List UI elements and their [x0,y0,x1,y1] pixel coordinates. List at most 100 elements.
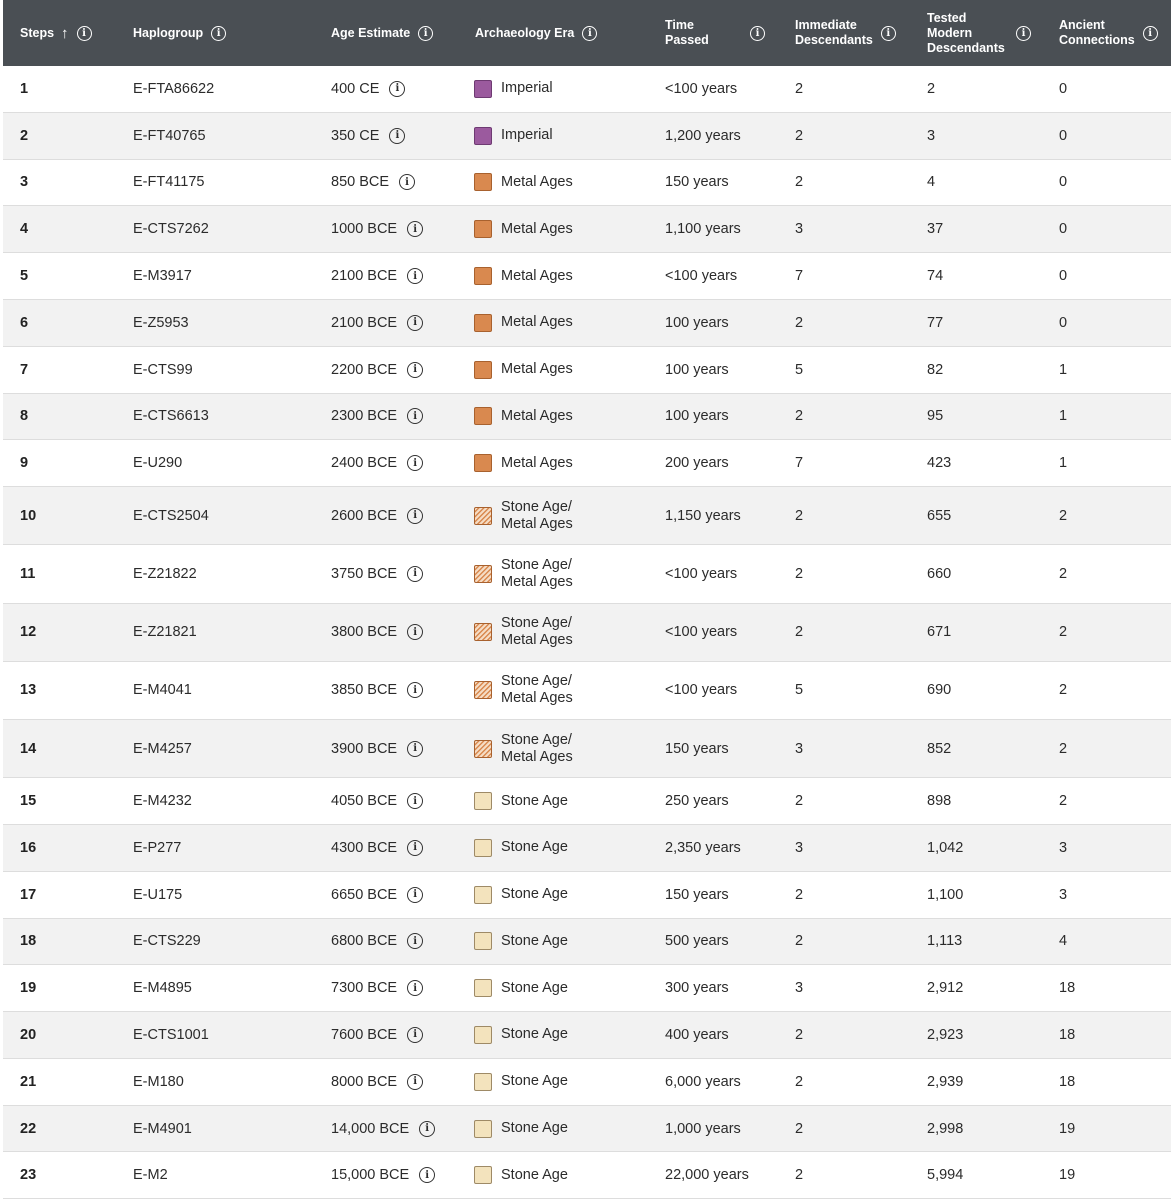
column-header-time-passed[interactable]: Time Passed i [665,0,765,66]
info-icon[interactable]: i [407,839,424,856]
column-header-ancient-connections[interactable]: Ancient Connections i [1059,0,1158,66]
table-row[interactable]: 4 E-CTS7262 1000 BCE i Metal Ages 1,100 years… [3,206,1171,254]
era-color-swatch [474,506,492,525]
age-estimate-cell: 3900 BCE i [331,720,424,777]
haplogroup-cell[interactable]: E-CTS229 [133,919,201,965]
haplogroup-cell[interactable]: E-CTS2504 [133,487,209,544]
table-row[interactable]: 10 E-CTS2504 2600 BCE i Stone Age/Metal Ages… [3,487,1171,546]
haplogroup-cell[interactable]: E-FT40765 [133,113,206,159]
haplogroup-cell[interactable]: E-FT41175 [133,160,204,206]
info-icon[interactable]: i [407,507,424,524]
info-icon[interactable]: i [407,268,424,285]
haplogroup-cell[interactable]: E-Z21821 [133,604,197,661]
info-icon[interactable]: i [389,80,406,97]
info-icon[interactable]: i [407,682,424,699]
table-row[interactable]: 22 E-M4901 14,000 BCE i Stone Age 1,000 years… [3,1105,1171,1153]
arrow-up-icon[interactable]: ↑ [61,26,69,41]
table-row[interactable]: 16 E-P277 4300 BCE i Stone Age 2,350 years 3 1,… [3,824,1171,872]
info-icon[interactable]: i [418,25,434,41]
info-icon[interactable]: i [407,361,424,378]
info-icon[interactable]: i [399,174,416,191]
info-icon[interactable]: i [419,1120,436,1137]
info-icon[interactable]: i [880,25,896,41]
table-row[interactable]: 19 E-M4895 7300 BCE i Stone Age 300 years 3 2,9… [3,965,1171,1013]
haplogroup-cell[interactable]: E-P277 [133,825,181,871]
haplogroup-cell[interactable]: E-U290 [133,440,182,486]
table-row[interactable]: 21 E-M180 8000 BCE i Stone Age 6,000 years 2 2,… [3,1058,1171,1106]
table-row[interactable]: 15 E-M4232 4050 BCE i Stone Age 250 years 2 898… [3,778,1171,825]
haplogroup-cell[interactable]: E-CTS7262 [133,206,209,252]
info-icon[interactable]: i [407,408,424,425]
table-row[interactable]: 3 E-FT41175 850 BCE i Metal Ages 150 years 2 4 0 [3,159,1171,207]
info-icon[interactable]: i [407,740,424,757]
table-row[interactable]: 7 E-CTS99 2200 BCE i Metal Ages 100 years 5 82 1 [3,346,1171,394]
info-icon[interactable]: i [407,314,424,331]
info-icon[interactable]: i [407,1073,424,1090]
info-icon[interactable]: i [211,25,227,41]
haplogroup-cell[interactable]: E-M3917 [133,253,192,299]
info-icon[interactable]: i [407,933,424,950]
era-color-swatch [474,932,492,951]
column-header-steps[interactable]: Steps ↑ i [20,0,92,66]
table-row[interactable]: 8 E-CTS6613 2300 BCE i Metal Ages 100 years 2 9… [3,393,1171,441]
column-header-archaeology-era[interactable]: Archaeology Era i [475,0,598,66]
info-icon[interactable]: i [582,25,598,41]
table-row[interactable]: 20 E-CTS1001 7600 BCE i Stone Age 400 years 2 2… [3,1012,1171,1059]
table-row[interactable]: 23 E-M2 15,000 BCE i Stone Age 22,000 years 2 5… [3,1152,1171,1200]
column-header-age-estimate[interactable]: Age Estimate i [331,0,434,66]
info-icon[interactable]: i [76,25,92,41]
haplogroup-cell[interactable]: E-CTS6613 [133,394,209,440]
ancient-connections-cell: 2 [1059,624,1068,641]
column-header-tested-modern-descendants[interactable]: Tested Modern Descendants i [927,0,1031,66]
info-icon[interactable]: i [407,1026,424,1043]
haplogroup-cell[interactable]: E-M4232 [133,778,192,824]
immediate-descendants-cell: 2 [795,624,804,641]
ancient-connections-cell: 2 [1059,793,1068,809]
table-row[interactable]: 12 E-Z21821 3800 BCE i Stone Age/Metal Ages <… [3,603,1171,662]
table-row[interactable]: 18 E-CTS229 6800 BCE i Stone Age 500 years 2 1,… [3,918,1171,966]
info-icon[interactable]: i [419,1167,436,1184]
column-header-haplogroup[interactable]: Haplogroup i [133,0,227,66]
info-icon[interactable]: i [407,793,424,809]
age-estimate-value: 6650 BCE [331,886,398,903]
info-icon[interactable]: i [407,221,424,238]
info-icon[interactable]: i [1142,25,1158,41]
table-row[interactable]: 11 E-Z21822 3750 BCE i Stone Age/Metal Ages <… [3,545,1171,604]
table-row[interactable]: 14 E-M4257 3900 BCE i Stone Age/Metal Ages 15… [3,719,1171,779]
haplogroup-cell[interactable]: E-M4257 [133,720,192,777]
table-row[interactable]: 1 E-FTA86622 400 CE i Imperial <100 years 2 2 0 [3,66,1171,113]
info-icon[interactable]: i [407,886,424,903]
table-row[interactable]: 13 E-M4041 3850 BCE i Stone Age/Metal Ages <1… [3,661,1171,720]
info-icon[interactable]: i [1016,25,1031,41]
info-icon[interactable]: i [389,127,406,144]
era-color-swatch [474,1166,492,1185]
haplogroup-cell[interactable]: E-Z21822 [133,545,197,602]
haplogroup-cell[interactable]: E-M4895 [133,965,192,1011]
table-row[interactable]: 17 E-U175 6650 BCE i Stone Age 150 years 2 1,10… [3,871,1171,919]
haplogroup-cell[interactable]: E-M180 [133,1059,184,1105]
haplogroup-cell[interactable]: E-FTA86622 [133,66,214,112]
era-color-swatch [474,681,492,700]
info-icon[interactable]: i [407,565,424,582]
haplogroup-cell[interactable]: E-M2 [133,1152,168,1198]
time-passed-cell: 500 years [665,933,729,950]
archaeology-era-cell: Stone Age/Metal Ages [474,662,573,719]
immediate-descendants-cell: 2 [795,127,804,144]
info-icon[interactable]: i [750,25,765,41]
info-icon[interactable]: i [407,624,424,641]
haplogroup-cell[interactable]: E-Z5953 [133,300,189,346]
archaeology-era-cell: Stone Age [474,778,568,824]
info-icon[interactable]: i [407,980,424,997]
haplogroup-cell[interactable]: E-CTS99 [133,347,193,393]
table-row[interactable]: 2 E-FT40765 350 CE i Imperial 1,200 years 2 3 0 [3,112,1171,160]
info-icon[interactable]: i [407,455,424,472]
ancient-connections-cell: 1 [1059,455,1068,472]
haplogroup-cell[interactable]: E-CTS1001 [133,1012,209,1058]
haplogroup-cell[interactable]: E-M4901 [133,1106,192,1152]
haplogroup-cell[interactable]: E-U175 [133,872,182,918]
table-row[interactable]: 6 E-Z5953 2100 BCE i Metal Ages 100 years 2 77 0 [3,299,1171,347]
column-header-immediate-descendants[interactable]: Immediate Descendants i [795,0,896,66]
table-row[interactable]: 5 E-M3917 2100 BCE i Metal Ages <100 years 7 74… [3,253,1171,300]
table-row[interactable]: 9 E-U290 2400 BCE i Metal Ages 200 years 7 423 1 [3,440,1171,488]
haplogroup-cell[interactable]: E-M4041 [133,662,192,719]
